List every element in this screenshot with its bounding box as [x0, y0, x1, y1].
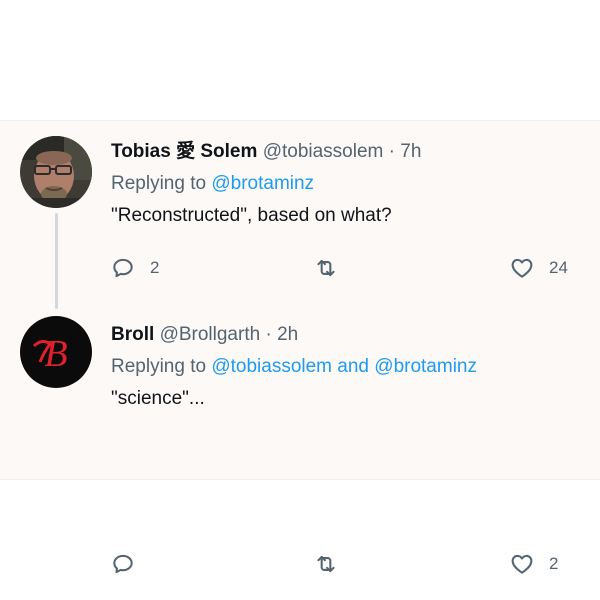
avatar[interactable]: B: [20, 316, 92, 388]
mention-link[interactable]: @brotaminz: [374, 356, 477, 377]
heart-outline-icon: [511, 554, 533, 574]
tweet-content: Tobias 愛 Solem @tobiassolem · 7h Replyin…: [111, 138, 584, 230]
conversation-thread: Tobias 愛 Solem @tobiassolem · 7h Replyin…: [0, 120, 600, 574]
tweet-content: Broll @Brollgarth · 2h Replying to @tobi…: [111, 321, 584, 413]
avatar-photo: [20, 136, 92, 208]
retweet-arrows-icon: [317, 259, 335, 277]
replying-to: Replying to @brotaminz: [111, 170, 584, 198]
like-count: 24: [549, 258, 568, 277]
mention-link[interactable]: @tobiassolem: [211, 356, 332, 377]
retweet-button[interactable]: [313, 551, 353, 577]
replying-to-label: Replying to: [111, 356, 207, 377]
retweet-arrows-icon: [317, 555, 335, 573]
display-name[interactable]: Tobias 愛 Solem: [111, 141, 257, 162]
tweet[interactable]: Tobias 愛 Solem @tobiassolem · 7h Replyin…: [0, 121, 600, 309]
like-button[interactable]: 2: [509, 551, 558, 577]
timestamp[interactable]: 2h: [277, 324, 298, 345]
speech-bubble-icon: [113, 554, 133, 574]
heart-outline-icon: [511, 258, 533, 278]
mention-joiner: and: [337, 356, 369, 377]
reply-count: 2: [150, 258, 160, 277]
reply-button[interactable]: 2: [110, 255, 159, 281]
tweet[interactable]: B Broll @Brollgarth · 2h Replying to @to…: [0, 303, 600, 574]
user-handle[interactable]: @Brollgarth: [160, 324, 261, 345]
separator-dot: ·: [388, 141, 395, 162]
replying-to: Replying to @tobiassolem and @brotaminz: [111, 353, 584, 381]
reply-button[interactable]: [110, 551, 150, 577]
mention-link[interactable]: @brotaminz: [211, 173, 314, 194]
separator-dot: ·: [265, 324, 272, 345]
timestamp[interactable]: 7h: [400, 141, 421, 162]
tweet-header: Broll @Brollgarth · 2h: [111, 321, 584, 349]
retweet-button[interactable]: [313, 255, 353, 281]
replying-to-label: Replying to: [111, 173, 207, 194]
svg-text:B: B: [44, 333, 67, 375]
tweet-text: "science"...: [111, 388, 205, 409]
tweet-header: Tobias 愛 Solem @tobiassolem · 7h: [111, 138, 584, 166]
user-handle[interactable]: @tobiassolem: [263, 141, 384, 162]
broll-logo-icon: B: [20, 316, 92, 388]
speech-bubble-icon: [113, 258, 133, 278]
avatar[interactable]: [20, 136, 92, 208]
tweet-actions: 2: [0, 551, 600, 581]
like-button[interactable]: 24: [509, 255, 568, 281]
tweet-actions: 2 24: [0, 255, 600, 285]
display-name[interactable]: Broll: [111, 324, 154, 345]
tweet-text: "Reconstructed", based on what?: [111, 205, 392, 226]
like-count: 2: [549, 554, 559, 573]
